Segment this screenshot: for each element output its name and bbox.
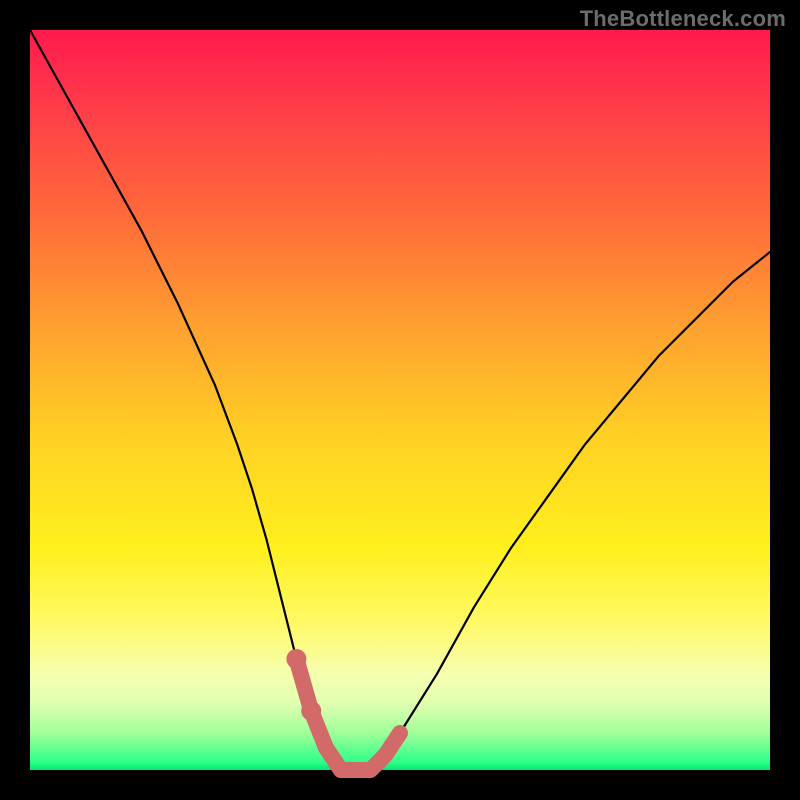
watermark-text: TheBottleneck.com [580, 6, 786, 32]
chart-frame: TheBottleneck.com [0, 0, 800, 800]
highlight-dot [301, 701, 321, 721]
highlight-dot [286, 649, 306, 669]
bottleneck-curve [30, 30, 770, 770]
plot-area [30, 30, 770, 770]
curve-svg [30, 30, 770, 770]
